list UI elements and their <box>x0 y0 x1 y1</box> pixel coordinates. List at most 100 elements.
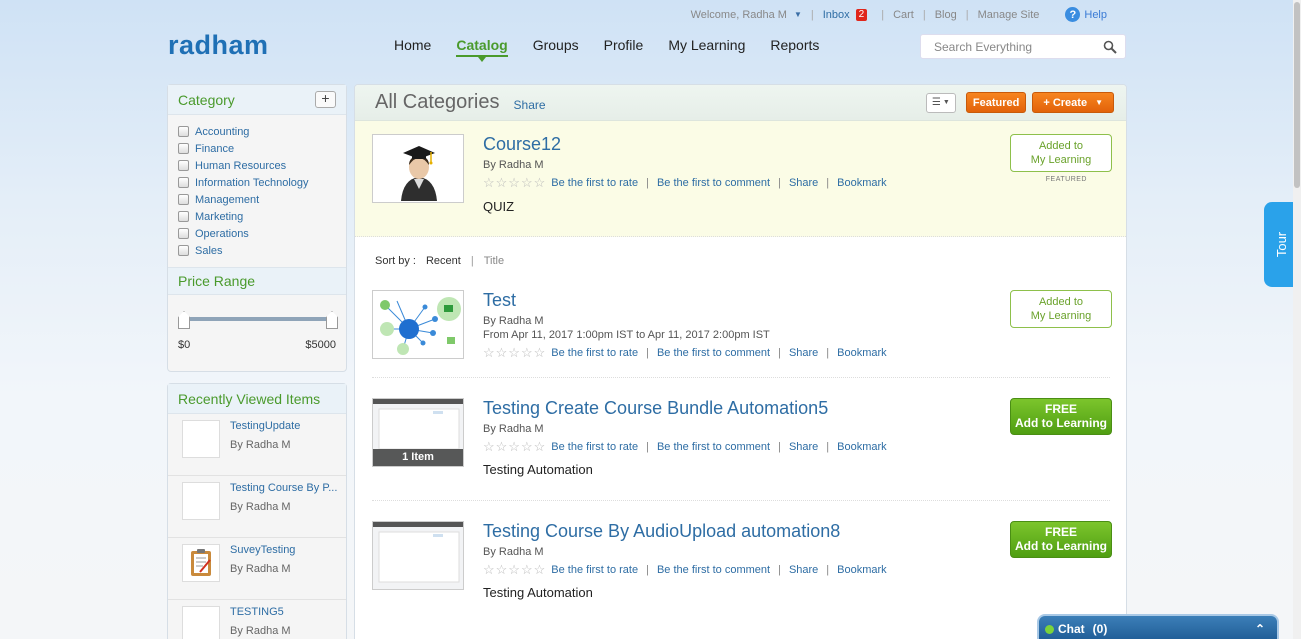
slider-min-handle[interactable] <box>178 311 190 329</box>
rate-link[interactable]: Be the first to rate <box>551 441 638 453</box>
add-category-button[interactable]: + <box>315 91 336 108</box>
checkbox[interactable] <box>178 126 189 137</box>
item-title-link[interactable]: SuveyTesting <box>230 544 346 556</box>
star-rating[interactable]: ☆☆☆☆☆ <box>483 345 546 361</box>
category-item[interactable]: Human Resources <box>178 157 346 174</box>
share-link[interactable]: Share <box>789 441 818 453</box>
checkbox[interactable] <box>178 228 189 239</box>
category-item[interactable]: Information Technology <box>178 174 346 191</box>
chevron-up-icon[interactable]: ⌃ <box>1255 622 1265 636</box>
manage-site-link[interactable]: Manage Site <box>978 9 1040 21</box>
category-item[interactable]: Operations <box>178 225 346 242</box>
rate-link[interactable]: Be the first to rate <box>551 347 638 359</box>
course-title-link[interactable]: Test <box>483 290 516 311</box>
course-title-link[interactable]: Course12 <box>483 134 561 155</box>
price-min-label: $0 <box>178 339 191 351</box>
nav-reports[interactable]: Reports <box>770 37 819 57</box>
add-to-learning-button[interactable]: FREE Add to Learning <box>1010 398 1112 435</box>
bookmark-link[interactable]: Bookmark <box>837 564 887 576</box>
checkbox[interactable] <box>178 194 189 205</box>
page-scrollbar[interactable] <box>1293 0 1301 639</box>
category-panel: Category + Accounting Finance Human Reso… <box>167 84 347 372</box>
course-thumbnail[interactable] <box>372 521 464 590</box>
item-thumbnail[interactable] <box>182 606 220 639</box>
nav-groups[interactable]: Groups <box>533 37 579 57</box>
checkbox[interactable] <box>178 177 189 188</box>
blog-link[interactable]: Blog <box>935 9 957 21</box>
course-title-link[interactable]: Testing Create Course Bundle Automation5 <box>483 398 828 419</box>
added-to-learning-button[interactable]: Added to My Learning <box>1010 290 1112 328</box>
category-title: Category <box>178 91 235 108</box>
list-item[interactable]: SuveyTesting By Radha M <box>168 538 346 600</box>
bookmark-link[interactable]: Bookmark <box>837 177 887 189</box>
course-thumbnail[interactable] <box>372 290 464 359</box>
share-link[interactable]: Share <box>789 347 818 359</box>
item-thumbnail[interactable] <box>182 482 220 520</box>
add-to-learning-button[interactable]: FREE Add to Learning <box>1010 521 1112 558</box>
featured-button[interactable]: Featured <box>965 92 1027 113</box>
checkbox[interactable] <box>178 160 189 171</box>
list-item[interactable]: Testing Course By P... By Radha M <box>168 476 346 538</box>
comment-link[interactable]: Be the first to comment <box>657 441 770 453</box>
share-link[interactable]: Share <box>789 177 818 189</box>
course-author: By Radha M <box>483 546 544 558</box>
category-item[interactable]: Sales <box>178 242 346 259</box>
chat-bar[interactable]: Chat (0) ⌃ <box>1037 614 1279 639</box>
welcome-text[interactable]: Welcome, Radha M <box>691 9 787 21</box>
item-title-link[interactable]: TestingUpdate <box>230 420 346 432</box>
item-thumbnail[interactable] <box>182 420 220 458</box>
item-thumbnail[interactable] <box>182 544 220 582</box>
search-input[interactable]: Search Everything <box>920 34 1126 59</box>
nav-my-learning[interactable]: My Learning <box>668 37 745 57</box>
slider-track[interactable] <box>184 317 332 321</box>
star-rating[interactable]: ☆☆☆☆☆ <box>483 439 546 455</box>
star-rating[interactable]: ☆☆☆☆☆ <box>483 175 546 191</box>
nav-catalog[interactable]: Catalog <box>456 37 508 62</box>
added-to-learning-button[interactable]: Added to My Learning <box>1010 134 1112 172</box>
share-link[interactable]: Share <box>514 98 546 112</box>
category-list: Accounting Finance Human Resources Infor… <box>168 115 346 267</box>
comment-link[interactable]: Be the first to comment <box>657 564 770 576</box>
category-item[interactable]: Accounting <box>178 123 346 140</box>
item-title-link[interactable]: TESTING5 <box>230 606 346 618</box>
price-range-slider[interactable]: $0 $5000 <box>168 295 346 353</box>
comment-link[interactable]: Be the first to comment <box>657 177 770 189</box>
create-button[interactable]: + Create ▼ <box>1032 92 1114 113</box>
site-logo[interactable]: radham <box>168 30 269 61</box>
help-icon: ? <box>1065 7 1081 22</box>
category-item[interactable]: Marketing <box>178 208 346 225</box>
item-title-link[interactable]: Testing Course By P... <box>230 482 346 494</box>
search-icon[interactable] <box>1103 40 1117 54</box>
checkbox[interactable] <box>178 143 189 154</box>
course-title-link[interactable]: Testing Course By AudioUpload automation… <box>483 521 840 542</box>
scrollbar-thumb[interactable] <box>1294 2 1300 188</box>
comment-link[interactable]: Be the first to comment <box>657 347 770 359</box>
bookmark-link[interactable]: Bookmark <box>837 441 887 453</box>
nav-profile[interactable]: Profile <box>604 37 644 57</box>
course-date-range: From Apr 11, 2017 1:00pm IST to Apr 11, … <box>483 329 770 341</box>
chevron-down-icon[interactable]: ▼ <box>794 10 802 19</box>
help-link[interactable]: ? Help <box>1065 7 1107 22</box>
share-link[interactable]: Share <box>789 564 818 576</box>
chevron-down-icon: ▼ <box>1095 98 1103 107</box>
view-toggle-button[interactable]: ☰ ▼ <box>925 92 956 113</box>
course-thumbnail[interactable] <box>372 134 464 203</box>
list-item[interactable]: TESTING5 By Radha M <box>168 600 346 639</box>
list-item[interactable]: TestingUpdate By Radha M <box>168 414 346 476</box>
category-item[interactable]: Finance <box>178 140 346 157</box>
cart-link[interactable]: Cart <box>893 9 914 21</box>
bookmark-link[interactable]: Bookmark <box>837 347 887 359</box>
inbox-link[interactable]: Inbox <box>823 9 850 21</box>
sort-recent-option[interactable]: Recent <box>426 255 461 267</box>
rate-link[interactable]: Be the first to rate <box>551 564 638 576</box>
checkbox[interactable] <box>178 245 189 256</box>
category-item[interactable]: Management <box>178 191 346 208</box>
course-thumbnail[interactable]: 1 Item <box>372 398 464 467</box>
slider-max-handle[interactable] <box>326 311 338 329</box>
star-rating[interactable]: ☆☆☆☆☆ <box>483 562 546 578</box>
chevron-down-icon: ▼ <box>942 99 950 106</box>
sort-title-option[interactable]: Title <box>484 255 504 267</box>
checkbox[interactable] <box>178 211 189 222</box>
nav-home[interactable]: Home <box>394 37 431 57</box>
rate-link[interactable]: Be the first to rate <box>551 177 638 189</box>
